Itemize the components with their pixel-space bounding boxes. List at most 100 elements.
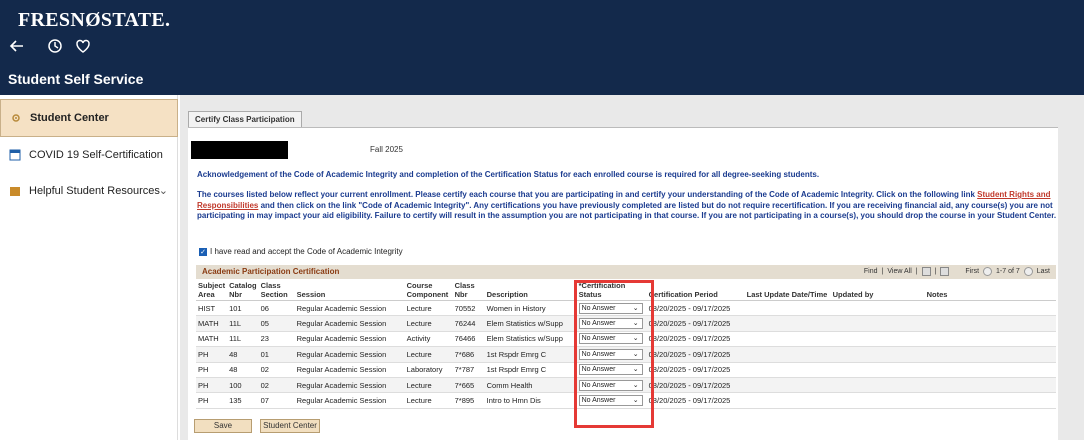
cell-subject: HIST — [196, 300, 228, 317]
table-row: PH 48 02 Regular Academic Session Labora… — [196, 362, 1056, 378]
cell-description: Comm Health — [484, 377, 577, 394]
col-header: Updated by — [830, 280, 925, 301]
cell-updated-by — [830, 362, 925, 378]
ack-text-part1: The courses listed below reflect your cu… — [197, 190, 978, 199]
cell-section: 23 — [258, 331, 295, 348]
certification-status-select[interactable]: No Answer ⌄ — [578, 379, 643, 391]
term-label: Fall 2025 — [370, 145, 403, 154]
row-range: 1-7 of 7 — [996, 268, 1020, 275]
col-header: Class Section — [258, 280, 295, 301]
cell-subject: MATH — [196, 315, 228, 332]
certification-status-select[interactable]: No Answer ⌄ — [578, 333, 643, 345]
cell-period: 08/20/2025 - 09/17/2025 — [646, 377, 745, 394]
cell-updated-by — [830, 315, 925, 332]
app-header: FRESNØSTATE. Student Self Service — [0, 0, 1084, 95]
cell-class-nbr: 7*686 — [452, 346, 485, 363]
next-icon[interactable] — [1023, 267, 1033, 276]
table-row: PH 48 01 Regular Academic Session Lectur… — [196, 346, 1056, 363]
certification-status-select[interactable]: No Answer ⌄ — [578, 364, 643, 376]
col-header: Description — [484, 280, 577, 301]
cell-section: 02 — [258, 377, 295, 394]
cell-section: 01 — [258, 346, 295, 363]
cell-description: Intro to Hmn Dis — [484, 392, 577, 409]
chevron-down-icon[interactable]: ⌄ — [159, 184, 168, 197]
download-icon[interactable] — [940, 267, 950, 276]
cell-catalog: 48 — [227, 346, 259, 363]
cell-class-nbr: 7*895 — [452, 392, 485, 409]
history-clock-icon[interactable] — [46, 37, 64, 55]
cell-notes — [924, 331, 1056, 348]
sidebar-item-helpful-resources[interactable]: Helpful Student Resources ⌄ — [0, 172, 178, 210]
sidebar-item-covid-certification[interactable]: COVID 19 Self-Certification — [0, 136, 178, 174]
favorite-heart-icon[interactable] — [74, 37, 92, 55]
table-row: HIST 101 06 Regular Academic Session Lec… — [196, 300, 1056, 317]
cell-session: Regular Academic Session — [294, 362, 405, 378]
cell-component: Lecture — [404, 392, 453, 409]
chevron-down-icon: ⌄ — [632, 397, 639, 405]
cell-class-nbr: 7*787 — [452, 362, 485, 378]
certification-grid: Subject Area Catalog Nbr Class Section S… — [196, 280, 1056, 409]
cell-class-nbr: 76244 — [452, 315, 485, 332]
select-value: No Answer — [581, 335, 616, 343]
cell-period: 08/20/2025 - 09/17/2025 — [646, 392, 745, 409]
cell-last-update — [744, 300, 831, 317]
back-arrow-icon[interactable] — [8, 37, 26, 55]
chevron-down-icon: ⌄ — [632, 320, 639, 328]
cell-updated-by — [830, 331, 925, 348]
cell-description: Elem Statistics w/Supp — [484, 331, 577, 348]
sidebar-item-student-center[interactable]: Student Center — [0, 99, 178, 137]
sidebar-item-label: Student Center — [30, 112, 109, 124]
col-header: Last Update Date/Time — [744, 280, 831, 301]
sidebar: Student Center COVID 19 Self-Certificati… — [0, 95, 178, 440]
certification-status-select[interactable]: No Answer ⌄ — [578, 302, 643, 314]
acknowledgement-heading: Acknowledgement of the Code of Academic … — [197, 170, 820, 179]
cell-catalog: 100 — [227, 377, 259, 394]
personalize-icon[interactable] — [921, 267, 931, 276]
cell-updated-by — [830, 377, 925, 394]
certification-status-select[interactable]: No Answer ⌄ — [578, 395, 643, 407]
cell-class-nbr: 76466 — [452, 331, 485, 348]
table-row: PH 135 07 Regular Academic Session Lectu… — [196, 392, 1056, 409]
cell-subject: PH — [196, 377, 228, 394]
save-button[interactable]: Save — [194, 419, 252, 433]
col-header: Catalog Nbr — [227, 280, 259, 301]
col-header: Class Nbr — [452, 280, 485, 301]
cell-description: Elem Statistics w/Supp — [484, 315, 577, 332]
cell-section: 05 — [258, 315, 295, 332]
select-value: No Answer — [581, 304, 616, 312]
table-row: MATH 11L 05 Regular Academic Session Lec… — [196, 315, 1056, 332]
find-link[interactable]: Find — [864, 268, 878, 275]
cell-catalog: 101 — [227, 300, 259, 317]
first-link[interactable]: First — [965, 268, 979, 275]
cell-session: Regular Academic Session — [294, 377, 405, 394]
cell-catalog: 11L — [227, 315, 259, 332]
cell-status: No Answer ⌄ — [576, 315, 647, 332]
certification-status-select[interactable]: No Answer ⌄ — [578, 318, 643, 330]
certification-panel: Fall 2025 Acknowledgement of the Code of… — [188, 127, 1058, 440]
tab-certify-class-participation[interactable]: Certify Class Participation — [188, 111, 302, 127]
last-link[interactable]: Last — [1037, 268, 1050, 275]
select-value: No Answer — [581, 366, 616, 374]
cell-section: 02 — [258, 362, 295, 378]
cell-period: 08/20/2025 - 09/17/2025 — [646, 331, 745, 348]
cell-notes — [924, 346, 1056, 363]
cell-session: Regular Academic Session — [294, 315, 405, 332]
student-center-button[interactable]: Student Center — [260, 419, 320, 433]
cell-status: No Answer ⌄ — [576, 331, 647, 348]
chevron-down-icon: ⌄ — [632, 366, 639, 374]
cell-status: No Answer ⌄ — [576, 362, 647, 378]
cell-period: 08/20/2025 - 09/17/2025 — [646, 346, 745, 363]
view-all-link[interactable]: View All — [887, 268, 911, 275]
cell-last-update — [744, 392, 831, 409]
select-value: No Answer — [581, 350, 616, 358]
cell-catalog: 135 — [227, 392, 259, 409]
cell-component: Lecture — [404, 346, 453, 363]
previous-icon[interactable] — [983, 267, 993, 276]
certification-status-select[interactable]: No Answer ⌄ — [578, 348, 643, 360]
integrity-checkbox[interactable]: ✓ — [199, 247, 207, 256]
col-header: *Certification Status — [576, 280, 647, 301]
cell-subject: PH — [196, 392, 228, 409]
folder-icon — [10, 187, 20, 196]
cell-status: No Answer ⌄ — [576, 377, 647, 394]
cell-notes — [924, 392, 1056, 409]
